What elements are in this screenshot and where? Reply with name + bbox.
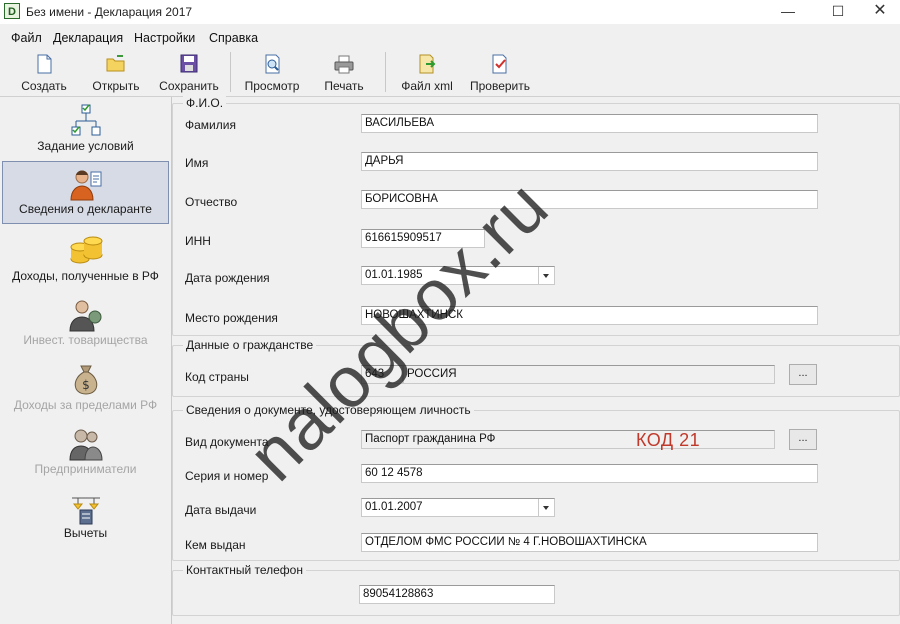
menu-file[interactable]: Файл xyxy=(11,31,42,45)
sidebar-item-invest[interactable]: Инвест. товарищества xyxy=(0,297,171,357)
toolbar: Создать Открыть Сохранить Просмотр Печат… xyxy=(0,48,900,97)
preview-icon xyxy=(265,54,280,74)
phone-field[interactable]: 89054128863 xyxy=(359,585,555,604)
country-name-field: РОССИЯ xyxy=(403,365,775,384)
issue-date-picker[interactable]: 01.01.2007 xyxy=(361,498,555,517)
inn-label: ИНН xyxy=(185,234,211,248)
series-label: Серия и номер xyxy=(185,469,269,483)
create-label: Создать xyxy=(21,79,67,93)
surname-field[interactable]: ВАСИЛЬЕВА xyxy=(361,114,818,133)
document-group-title: Сведения о документе, удостоверяющем лич… xyxy=(183,403,474,417)
save-label: Сохранить xyxy=(159,79,219,93)
sidebar-item-label: Задание условий xyxy=(37,139,134,153)
title-bar: D Без имени - Декларация 2017 — ☐ ✕ xyxy=(0,0,900,24)
sidebar-item-label: Сведения о декларанте xyxy=(19,202,152,216)
sidebar-item-label: Доходы, полученные в РФ xyxy=(12,269,159,283)
create-button[interactable]: Создать xyxy=(14,52,74,94)
sidebar-item-label: Доходы за пределами РФ xyxy=(13,398,158,412)
declarant-person-icon xyxy=(69,170,101,201)
country-browse-button[interactable]: ... xyxy=(789,364,817,385)
sidebar-item-income-rf[interactable]: Доходы, полученные в РФ xyxy=(0,233,171,293)
sidebar-item-label: Инвест. товарищества xyxy=(23,333,148,347)
chevron-down-icon[interactable] xyxy=(538,499,554,516)
patronymic-label: Отчество xyxy=(185,195,238,209)
doc-type-field: Паспорт гражданина РФ xyxy=(361,430,775,449)
coins-icon xyxy=(70,236,102,264)
issued-by-label: Кем выдан xyxy=(185,538,246,552)
sidebar-item-conditions[interactable]: Задание условий xyxy=(0,103,171,163)
fio-group: Ф.И.О. xyxy=(172,96,900,336)
open-label: Открыть xyxy=(92,79,140,93)
patronymic-field[interactable]: БОРИСОВНА xyxy=(361,190,818,209)
app-logo-icon: D xyxy=(4,3,20,19)
issue-date-value: 01.01.2007 xyxy=(365,501,423,513)
sidebar-item-deductions[interactable]: Вычеты xyxy=(0,490,171,550)
floppy-disk-icon xyxy=(180,54,198,73)
birthplace-label: Место рождения xyxy=(185,311,278,325)
birthdate-picker[interactable]: 01.01.1985 xyxy=(361,266,555,285)
preview-label: Просмотр xyxy=(244,79,300,93)
menu-declaration[interactable]: Декларация xyxy=(53,31,123,45)
xml-export-icon xyxy=(419,54,436,74)
inn-field[interactable]: 616615909517 xyxy=(361,229,485,248)
minimize-button[interactable]: — xyxy=(765,0,811,24)
conditions-tree-icon xyxy=(71,104,100,136)
sidebar-item-declarant[interactable]: Сведения о декларанте xyxy=(2,161,169,224)
birthdate-value: 01.01.1985 xyxy=(365,269,423,281)
sidebar-item-entrepreneurs[interactable]: Предприниматели xyxy=(0,426,171,486)
file-xml-label: Файл xml xyxy=(401,79,453,93)
menu-help[interactable]: Справка xyxy=(209,31,258,45)
sidebar-item-label: Предприниматели xyxy=(34,462,137,476)
name-label: Имя xyxy=(185,156,209,170)
svg-text:$: $ xyxy=(82,378,90,392)
citizenship-group-title: Данные о гражданстве xyxy=(183,338,317,352)
country-code-field: 643 xyxy=(361,365,403,384)
toolbar-separator xyxy=(385,52,386,92)
businessman-icon xyxy=(68,429,103,461)
preview-button[interactable]: Просмотр xyxy=(240,52,304,94)
check-document-icon xyxy=(492,54,507,74)
sidebar-item-label: Вычеты xyxy=(63,526,108,540)
country-code-label: Код страны xyxy=(185,370,249,384)
issued-by-field[interactable]: ОТДЕЛОМ ФМС РОССИИ № 4 Г.НОВОШАХТИНСКА xyxy=(361,533,818,552)
birthplace-field[interactable]: НОВОШАХТИНСК xyxy=(361,306,818,325)
series-field[interactable]: 60 12 4578 xyxy=(361,464,818,483)
doc-type-browse-button[interactable]: ... xyxy=(789,429,817,450)
new-document-icon xyxy=(37,54,52,74)
surname-label: Фамилия xyxy=(185,118,236,132)
fio-group-title: Ф.И.О. xyxy=(183,96,227,110)
doc-type-label: Вид документа xyxy=(185,435,269,449)
print-label: Печать xyxy=(324,79,364,93)
toolbar-separator xyxy=(230,52,231,92)
investor-icon xyxy=(68,300,101,332)
check-button[interactable]: Проверить xyxy=(466,52,534,94)
money-bag-icon: $ xyxy=(74,365,97,395)
sidebar: Задание условий Сведения о декларанте До… xyxy=(0,97,172,624)
print-button[interactable]: Печать xyxy=(318,52,370,94)
chevron-down-icon[interactable] xyxy=(538,267,554,284)
deductions-icon xyxy=(71,497,100,525)
file-xml-button[interactable]: Файл xml xyxy=(398,52,456,94)
check-label: Проверить xyxy=(469,79,530,93)
open-button[interactable]: Открыть xyxy=(88,52,144,94)
name-field[interactable]: ДАРЬЯ xyxy=(361,152,818,171)
menu-settings[interactable]: Настройки xyxy=(134,31,195,45)
maximize-button[interactable]: ☐ xyxy=(815,0,861,24)
menu-bar: Файл Декларация Настройки Справка xyxy=(0,28,900,49)
contact-group-title: Контактный телефон xyxy=(183,563,306,577)
code-annotation: КОД 21 xyxy=(636,430,701,450)
window-title: Без имени - Декларация 2017 xyxy=(26,5,193,19)
printer-icon xyxy=(334,55,354,74)
open-folder-icon xyxy=(106,55,125,72)
sidebar-item-income-abroad[interactable]: $ Доходы за пределами РФ xyxy=(0,362,171,422)
issue-date-label: Дата выдачи xyxy=(185,503,257,517)
close-button[interactable]: ✕ xyxy=(857,0,900,24)
save-button[interactable]: Сохранить xyxy=(156,52,222,94)
birthdate-label: Дата рождения xyxy=(185,271,270,285)
